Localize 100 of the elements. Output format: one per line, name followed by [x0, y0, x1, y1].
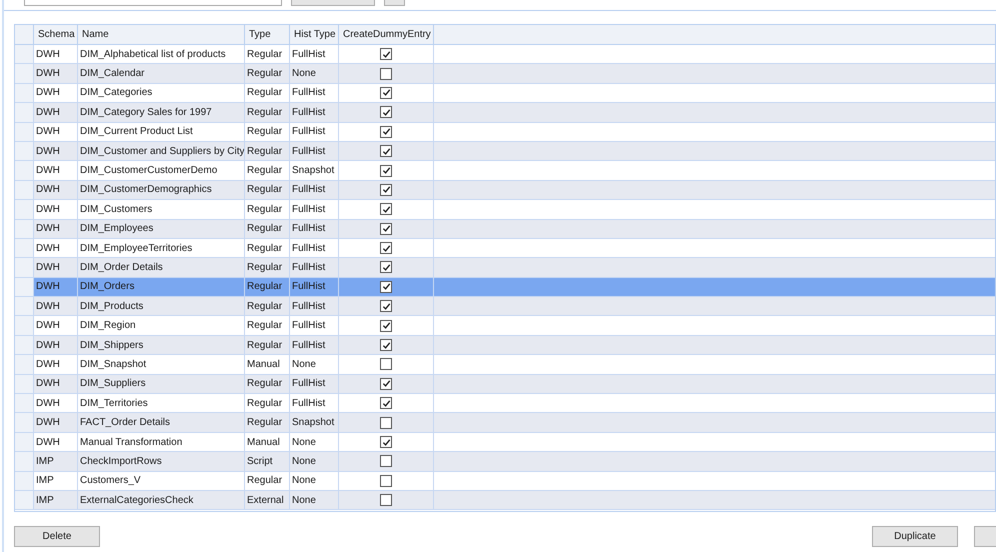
table-cell: Manual — [245, 355, 290, 374]
table-cell: DWH — [34, 64, 78, 83]
table-cell: Regular — [245, 103, 290, 122]
table-cell: CheckImportRows — [78, 452, 245, 471]
checkbox[interactable] — [380, 126, 392, 138]
table-cell: Snapshot — [290, 413, 339, 432]
checkbox[interactable] — [380, 184, 392, 196]
table-row[interactable]: DWH DIM_Employees Regular FullHist — [15, 220, 995, 239]
table-cell: DWH — [34, 122, 78, 141]
checkbox[interactable] — [380, 68, 392, 80]
table-cell: DIM_Shippers — [78, 336, 245, 354]
table-cell: DWH — [34, 220, 78, 238]
table-row[interactable]: DWH DIM_Category Sales for 1997 Regular FullHist — [15, 103, 995, 123]
table-row[interactable]: DWH DIM_CustomerDemographics Regular FullHist — [15, 180, 995, 200]
checkbox[interactable] — [380, 378, 392, 390]
table-cell: DIM_Snapshot — [78, 355, 245, 374]
table-cell: Script — [245, 452, 290, 471]
table-row[interactable]: DWH DIM_CustomerCustomerDemo Regular Snapshot — [15, 161, 995, 181]
table-cell: None — [290, 432, 339, 452]
checkbox[interactable] — [380, 145, 392, 158]
checkbox[interactable] — [380, 300, 392, 312]
checkbox[interactable] — [380, 261, 392, 274]
checkbox[interactable] — [380, 455, 392, 468]
checkbox[interactable] — [380, 203, 392, 216]
table-row[interactable]: DWH DIM_EmployeeTerritories Regular FullHist — [15, 238, 995, 258]
table-cell: Regular — [245, 472, 290, 490]
table-cell: Regular — [245, 394, 290, 412]
table-cell: DIM_Current Product List — [78, 122, 245, 141]
table-row[interactable]: DWH DIM_Shippers Regular FullHist — [15, 336, 995, 356]
table-row[interactable]: DWH DIM_Orders Regular FullHist — [15, 278, 995, 298]
table-row[interactable]: IMP CheckImportRows Script None — [15, 452, 995, 472]
checkbox[interactable] — [380, 397, 392, 410]
column-header[interactable]: Type — [245, 25, 290, 44]
table-cell: DIM_EmployeeTerritories — [78, 238, 245, 258]
table-row[interactable]: DWH DIM_Territories Regular FullHist — [15, 394, 995, 414]
table-row[interactable]: DWH DIM_Alphabetical list of products Regular FullHist — [15, 45, 995, 64]
table-row[interactable]: DWH DIM_Categories Regular FullHist — [15, 84, 995, 104]
checkbox[interactable] — [380, 494, 392, 506]
column-header[interactable]: Schema — [34, 25, 78, 44]
table-cell: Manual — [245, 432, 290, 452]
checkbox[interactable] — [380, 320, 392, 332]
table-row[interactable]: DWH DIM_Customers Regular FullHist — [15, 200, 995, 220]
column-header[interactable]: Hist Type — [290, 25, 339, 44]
table-cell: DWH — [34, 413, 78, 432]
checkbox[interactable] — [380, 280, 392, 293]
table-row[interactable]: IMP Customers_V Regular None — [15, 472, 995, 491]
table-cell: DWH — [34, 336, 78, 354]
checkbox[interactable] — [380, 339, 392, 352]
table-cell: IMP — [34, 472, 78, 490]
table-row[interactable]: DWH Manual Transformation Manual None — [15, 432, 995, 452]
table-cell: Regular — [245, 180, 290, 200]
table-row[interactable]: DWH DIM_Suppliers Regular FullHist — [15, 374, 995, 394]
table-cell: DIM_CustomerCustomerDemo — [78, 161, 245, 180]
table-row[interactable]: DWH DIM_Calendar Regular None — [15, 64, 995, 84]
column-header[interactable]: CreateDummyEntry — [339, 25, 434, 44]
table-cell: None — [290, 490, 339, 510]
table-cell: DIM_Customers — [78, 200, 245, 219]
table-cell: DIM_Orders — [78, 278, 245, 296]
table-row[interactable]: IMP ExternalCategoriesCheck External None — [15, 490, 995, 510]
table-cell: Snapshot — [290, 161, 339, 180]
checkbox[interactable] — [380, 436, 392, 448]
table-cell: FACT_Order Details — [78, 413, 245, 432]
table-cell: DWH — [34, 161, 78, 180]
table-cell: Customers_V — [78, 472, 245, 490]
checkbox[interactable] — [380, 222, 392, 235]
table-cell: FullHist — [290, 220, 339, 238]
table-cell: Regular — [245, 84, 290, 102]
checkbox[interactable] — [380, 48, 392, 60]
table-row[interactable]: DWH FACT_Order Details Regular Snapshot — [15, 413, 995, 433]
action-button[interactable]: Delete — [14, 526, 100, 547]
checkbox[interactable] — [380, 106, 392, 118]
table-row[interactable]: DWH DIM_Snapshot Manual None — [15, 355, 995, 375]
table-cell: Manual Transformation — [78, 432, 245, 452]
checkbox[interactable] — [380, 416, 392, 429]
table-cell: DIM_Region — [78, 316, 245, 335]
table-cell: Regular — [245, 374, 290, 394]
checkbox[interactable] — [380, 242, 392, 254]
table-cell: DIM_Products — [78, 297, 245, 316]
checkbox[interactable] — [380, 164, 392, 177]
table-row[interactable]: DWH DIM_Order Details Regular FullHist — [15, 258, 995, 278]
table-cell: Regular — [245, 238, 290, 258]
table-cell: FullHist — [290, 200, 339, 219]
table-cell: DWH — [34, 355, 78, 374]
table-cell: Regular — [245, 297, 290, 316]
table-cell: FullHist — [290, 238, 339, 258]
checkbox[interactable] — [380, 474, 392, 487]
table-cell: None — [290, 452, 339, 471]
table-cell: DWH — [34, 84, 78, 102]
column-header[interactable]: Name — [78, 25, 245, 44]
table-cell: FullHist — [290, 316, 339, 335]
table-cell: Regular — [245, 200, 290, 219]
table-row[interactable]: DWH DIM_Products Regular FullHist — [15, 297, 995, 316]
table-cell: FullHist — [290, 336, 339, 354]
checkbox[interactable] — [380, 358, 392, 370]
action-button[interactable]: Duplicate — [872, 526, 958, 547]
table-row[interactable]: DWH DIM_Region Regular FullHist — [15, 316, 995, 336]
table-cell: DIM_Categories — [78, 84, 245, 102]
checkbox[interactable] — [380, 86, 392, 99]
table-row[interactable]: DWH DIM_Current Product List Regular FullHist — [15, 122, 995, 142]
table-cell: Regular — [245, 316, 290, 335]
